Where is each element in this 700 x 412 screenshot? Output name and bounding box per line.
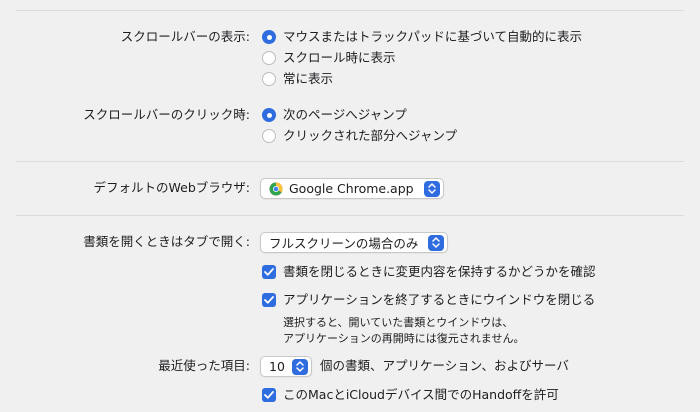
close-windows-note-line2: アプリケーションの再開時には復元されません。 [283, 332, 525, 345]
scroll-click-label: スクロールバーのクリック時: [83, 107, 250, 122]
checkbox-ask-keep-changes-label: 書類を閉じるときに変更内容を保持するかどうかを確認 [283, 264, 596, 279]
close-windows-note-line1: 選択すると、開いていた書類とウインドウは、 [283, 316, 514, 329]
checkbox-close-windows-label: アプリケーションを終了するときにウインドウを閉じる [283, 292, 596, 307]
recent-items-label: 最近使った項目: [158, 358, 250, 373]
radio-scroll-when-scrolling-label: スクロール時に表示 [283, 50, 396, 65]
tabs-popup[interactable]: フルスクリーンの場合のみ [260, 232, 448, 253]
divider-top [16, 10, 684, 11]
radio-button[interactable] [262, 51, 276, 65]
tabs-label: 書類を開くときはタブで開く: [83, 234, 250, 249]
checkbox-checked-icon[interactable] [262, 265, 276, 279]
checkbox-ask-keep-changes[interactable]: 書類を閉じるときに変更内容を保持するかどうかを確認 [262, 263, 596, 281]
radio-scroll-always-label: 常に表示 [283, 71, 334, 86]
divider-browser [16, 215, 684, 216]
checkbox-checked-icon[interactable] [262, 388, 276, 402]
checkbox-close-windows[interactable]: アプリケーションを終了するときにウインドウを閉じる [262, 291, 595, 309]
radio-button-selected[interactable] [262, 108, 276, 122]
recent-items-suffix: 個の書類、アプリケーション、およびサーバ [320, 358, 569, 373]
radio-scroll-auto-label: マウスまたはトラックパッドに基づいて自動的に表示 [283, 29, 583, 44]
checkbox-handoff-label: このMacとiCloudデバイス間でのHandoffを許可 [283, 387, 559, 402]
popup-stepper-icon [424, 180, 440, 197]
radio-button-selected[interactable] [262, 30, 276, 44]
popup-stepper-icon [292, 358, 308, 375]
default-browser-value: Google Chrome.app [289, 181, 414, 196]
radio-jump-clicked-spot-label: クリックされた部分へジャンプ [283, 128, 458, 143]
default-browser-label: デフォルトのWebブラウザ: [93, 180, 250, 195]
chrome-icon [269, 182, 283, 196]
radio-jump-clicked-spot[interactable]: クリックされた部分へジャンプ [262, 127, 457, 145]
scroll-show-label: スクロールバーの表示: [120, 29, 250, 44]
radio-button[interactable] [262, 129, 276, 143]
radio-jump-next-page-label: 次のページへジャンプ [283, 107, 407, 122]
radio-scroll-when-scrolling[interactable]: スクロール時に表示 [262, 49, 396, 67]
radio-scroll-always[interactable]: 常に表示 [262, 70, 333, 88]
recent-items-value: 10 [269, 359, 285, 374]
popup-stepper-icon [428, 234, 444, 251]
checkbox-checked-icon[interactable] [262, 293, 276, 307]
recent-items-popup[interactable]: 10 [260, 356, 312, 377]
divider-scroll [16, 161, 684, 162]
radio-button[interactable] [262, 72, 276, 86]
default-browser-popup[interactable]: Google Chrome.app [260, 178, 444, 199]
radio-scroll-auto[interactable]: マウスまたはトラックパッドに基づいて自動的に表示 [262, 28, 582, 46]
radio-jump-next-page[interactable]: 次のページへジャンプ [262, 106, 407, 124]
tabs-value: フルスクリーンの場合のみ [269, 236, 419, 251]
checkbox-handoff[interactable]: このMacとiCloudデバイス間でのHandoffを許可 [262, 386, 559, 404]
